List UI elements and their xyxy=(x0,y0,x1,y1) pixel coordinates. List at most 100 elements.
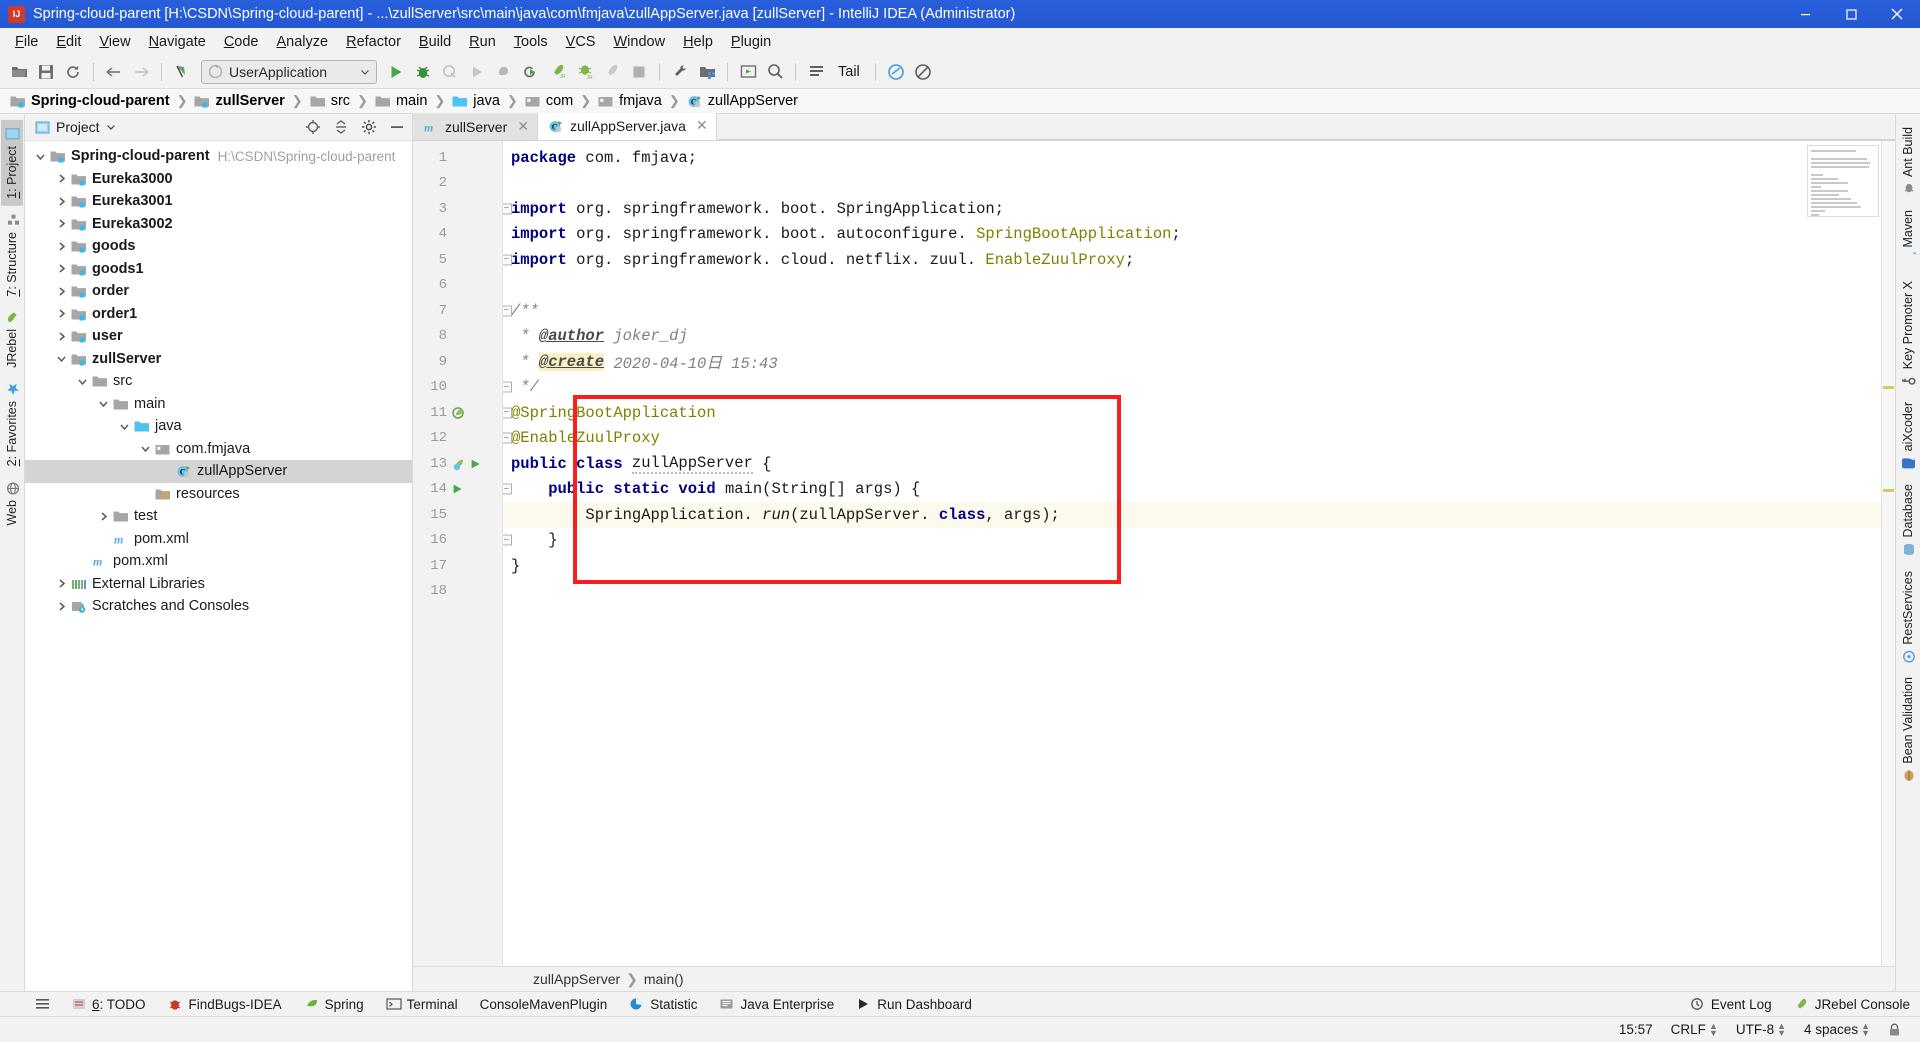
bottom-tab-consolemavenplugin[interactable]: ConsoleMavenPlugin xyxy=(470,995,618,1014)
breadcrumb-item-java[interactable]: java xyxy=(450,93,502,109)
tool-window-tab-maven[interactable]: m Maven xyxy=(1897,203,1919,274)
code-fold-end-icon[interactable]: − xyxy=(503,534,512,546)
gutter-line[interactable]: 17 xyxy=(413,553,502,579)
code-line[interactable]: * @author joker_dj xyxy=(503,324,1881,350)
gutter-line[interactable]: 16 xyxy=(413,528,502,554)
code-fold-end-icon[interactable]: − xyxy=(503,432,512,444)
code-fold-end-icon[interactable]: − xyxy=(503,254,512,266)
code-fold-start-icon[interactable]: − xyxy=(503,407,512,419)
forward-arrow-icon[interactable] xyxy=(128,59,154,85)
gutter-line[interactable]: 14 xyxy=(413,477,502,503)
search-everywhere-icon[interactable] xyxy=(762,59,788,85)
stop-icon[interactable] xyxy=(626,59,652,85)
status-line-separator[interactable]: CRLF ▲ ▼ xyxy=(1662,1021,1727,1037)
tree-row[interactable]: user xyxy=(25,325,412,348)
chevron-down-icon[interactable] xyxy=(138,442,152,456)
tree-row[interactable]: java xyxy=(25,415,412,438)
breadcrumb-item-fmjava[interactable]: fmjava xyxy=(596,93,664,109)
tool-windows-grid-icon[interactable] xyxy=(26,996,59,1013)
gutter-line[interactable]: 7 xyxy=(413,298,502,324)
settings-gear-icon[interactable] xyxy=(667,59,693,85)
code-line[interactable]: − import org. springframework. boot. Spri… xyxy=(503,196,1881,222)
code-line[interactable] xyxy=(503,171,1881,197)
breadcrumb-item-src[interactable]: src xyxy=(308,93,352,109)
gutter-marks[interactable] xyxy=(447,457,501,471)
last-edit-location-icon[interactable] xyxy=(169,59,195,85)
chevron-down-icon[interactable] xyxy=(75,374,89,388)
tail-label[interactable]: Tail xyxy=(830,64,868,80)
tree-row[interactable]: m pom.xml xyxy=(25,528,412,551)
gutter-line[interactable]: 6 xyxy=(413,273,502,299)
tree-row[interactable]: test xyxy=(25,505,412,528)
menu-item-plugin[interactable]: Plugin xyxy=(722,31,780,53)
code-line[interactable]: − } xyxy=(503,528,1881,554)
tree-row[interactable]: Eureka3002 xyxy=(25,213,412,236)
no-entry-icon[interactable] xyxy=(910,59,936,85)
tree-row[interactable]: order xyxy=(25,280,412,303)
gutter-line[interactable]: 10 xyxy=(413,375,502,401)
editor-breadcrumb-item[interactable]: main() xyxy=(644,971,684,987)
gutter-line[interactable]: 5 xyxy=(413,247,502,273)
code-line[interactable] xyxy=(503,273,1881,299)
gutter-line[interactable]: 12 xyxy=(413,426,502,452)
tree-row[interactable]: src xyxy=(25,370,412,393)
gutter-marks[interactable] xyxy=(447,482,501,496)
update-project-icon[interactable] xyxy=(735,59,761,85)
tool-window-tab-restservices[interactable]: RestServices xyxy=(1897,564,1919,671)
warning-marker[interactable] xyxy=(1883,386,1894,389)
code-line[interactable]: package com. fmjava; xyxy=(503,145,1881,171)
chevron-right-icon[interactable] xyxy=(54,307,68,321)
code-line[interactable]: } xyxy=(503,553,1881,579)
menu-item-vcs[interactable]: VCS xyxy=(557,31,605,53)
gutter-line[interactable]: 8 xyxy=(413,324,502,350)
tree-row[interactable]: goods1 xyxy=(25,258,412,281)
menu-item-run[interactable]: Run xyxy=(460,31,505,53)
gutter-line[interactable]: 3 xyxy=(413,196,502,222)
tree-row[interactable]: Eureka3000 xyxy=(25,168,412,191)
run-arrow-icon[interactable] xyxy=(451,482,465,496)
gutter-line[interactable]: 15 xyxy=(413,502,502,528)
chevron-right-icon[interactable] xyxy=(54,194,68,208)
chevron-down-icon[interactable] xyxy=(54,352,68,366)
gutter-marks[interactable] xyxy=(447,406,501,420)
tree-row[interactable]: External Libraries xyxy=(25,573,412,596)
debug-icon[interactable] xyxy=(410,59,436,85)
save-all-icon[interactable] xyxy=(33,59,59,85)
tree-row[interactable]: Scratches and Consoles xyxy=(25,595,412,618)
hide-panel-icon[interactable] xyxy=(386,116,408,138)
sync-icon[interactable] xyxy=(60,59,86,85)
tool-window-tab-aixcoder[interactable]: AI aiXcoder xyxy=(1897,395,1919,477)
tree-row[interactable]: Spring-cloud-parent H:\CSDN\Spring-cloud-… xyxy=(25,145,412,168)
menu-item-analyze[interactable]: Analyze xyxy=(268,31,338,53)
chevron-right-icon[interactable] xyxy=(54,172,68,186)
code-line[interactable]: public class zullAppServer { xyxy=(503,451,1881,477)
close-icon[interactable]: ✕ xyxy=(696,117,708,134)
tree-row[interactable]: main xyxy=(25,393,412,416)
breadcrumb-item-com[interactable]: com xyxy=(523,93,575,109)
status-indent[interactable]: 4 spaces ▲ ▼ xyxy=(1795,1021,1879,1037)
tool-window-tab-bean-validation[interactable]: Bean Validation xyxy=(1897,670,1919,790)
tool-window-tab-ant-build[interactable]: Ant Build xyxy=(1897,120,1919,203)
chevron-down-icon[interactable] xyxy=(117,419,131,433)
editor-tab-zullserver[interactable]: m zullServer ✕ xyxy=(413,113,538,140)
status-encoding[interactable]: UTF-8 ▲ ▼ xyxy=(1727,1021,1795,1037)
tree-row[interactable]: CzullAppServer xyxy=(25,460,412,483)
code-fold-end-icon[interactable]: − xyxy=(503,381,512,393)
editor-marker-strip[interactable] xyxy=(1881,141,1895,966)
gutter-line[interactable]: 11 xyxy=(413,400,502,426)
tail-log-icon[interactable] xyxy=(803,59,829,85)
collapse-all-icon[interactable] xyxy=(330,116,352,138)
tree-row[interactable]: order1 xyxy=(25,303,412,326)
menu-item-window[interactable]: Window xyxy=(604,31,674,53)
gutter-line[interactable]: 18 xyxy=(413,579,502,605)
jrebel-run-icon[interactable]: JR xyxy=(545,59,571,85)
chevron-right-icon[interactable] xyxy=(54,217,68,231)
run-with-coverage-icon[interactable] xyxy=(437,59,463,85)
codota-icon[interactable] xyxy=(883,59,909,85)
tree-row[interactable]: zullServer xyxy=(25,348,412,371)
spring-boot-icon[interactable] xyxy=(451,457,467,471)
editor-gutter[interactable]: 1 2 3 4 5 6 7 8 9 10 11 12 13 14 15 16 17 18 xyxy=(413,141,503,966)
tree-row[interactable]: m pom.xml xyxy=(25,550,412,573)
close-icon[interactable]: ✕ xyxy=(517,118,529,135)
menu-item-edit[interactable]: Edit xyxy=(47,31,90,53)
